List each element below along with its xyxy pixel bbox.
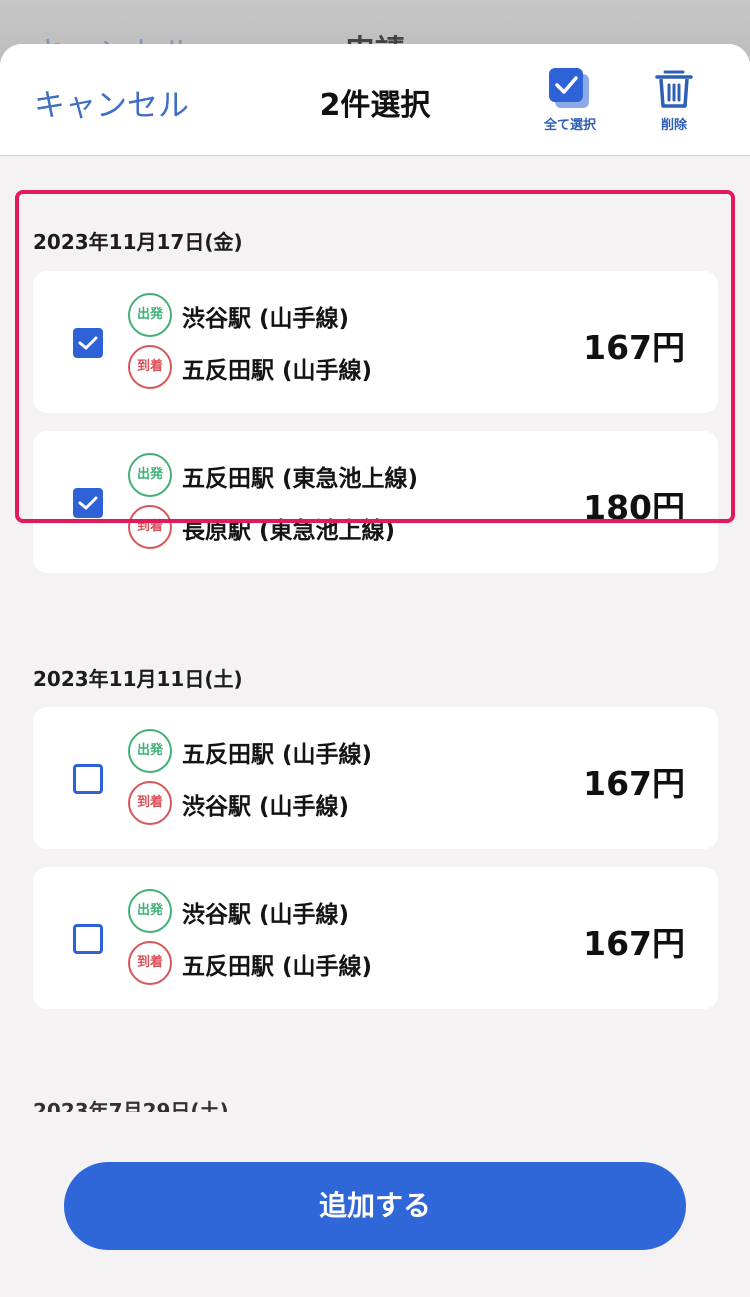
trip-checkbox-unchecked[interactable] bbox=[73, 764, 103, 794]
select-all-label: 全て選択 bbox=[543, 118, 596, 133]
date-header-partial: 2023年7月29日(土) bbox=[33, 1099, 229, 1113]
fare-amount: 167円 bbox=[583, 764, 685, 803]
delete-label: 削除 bbox=[660, 118, 687, 133]
fare-amount: 167円 bbox=[583, 924, 685, 963]
date-header: 2023年11月11日(土) bbox=[33, 667, 243, 691]
trip-card[interactable]: 出発 五反田駅 (山手線) 到着 渋谷駅 (山手線) 167円 bbox=[33, 707, 718, 849]
select-all-button[interactable]: 全て選択 bbox=[530, 66, 610, 133]
arrival-badge: 到着 bbox=[128, 781, 172, 825]
departure-station: 渋谷駅 (山手線) bbox=[182, 902, 350, 928]
arrival-station: 渋谷駅 (山手線) bbox=[182, 794, 350, 820]
footer-area: 追加する bbox=[0, 1112, 750, 1297]
arrival-badge: 到着 bbox=[128, 941, 172, 985]
departure-badge: 出発 bbox=[128, 729, 172, 773]
navigation-bar: キャンセル 2件選択 全て選択 削除 bbox=[0, 44, 750, 156]
departure-station: 五反田駅 (山手線) bbox=[182, 742, 373, 768]
select-all-icon bbox=[547, 66, 593, 110]
delete-button[interactable]: 削除 bbox=[634, 66, 714, 133]
arrival-station: 五反田駅 (山手線) bbox=[182, 954, 373, 980]
departure-badge: 出発 bbox=[128, 889, 172, 933]
selection-highlight-frame bbox=[15, 190, 735, 523]
trash-icon bbox=[651, 66, 697, 110]
add-button[interactable]: 追加する bbox=[64, 1162, 686, 1250]
trip-card[interactable]: 出発 渋谷駅 (山手線) 到着 五反田駅 (山手線) 167円 bbox=[33, 867, 718, 1009]
date-header-text: 2023年7月29日(土) bbox=[33, 1099, 229, 1113]
selection-sheet: キャンセル 2件選択 全て選択 削除 2023年11月17日(金) 出発 渋谷駅… bbox=[0, 44, 750, 1297]
trip-checkbox-unchecked[interactable] bbox=[73, 924, 103, 954]
